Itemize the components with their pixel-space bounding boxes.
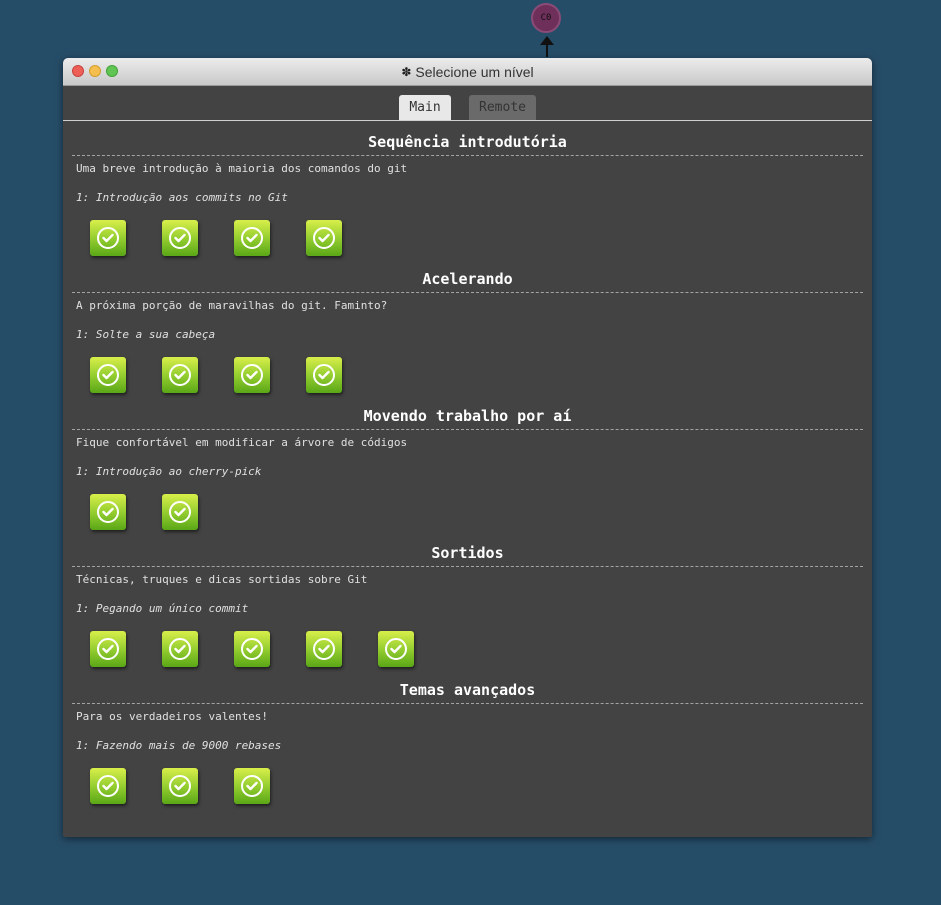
check-icon [313, 227, 335, 249]
section-title: Sortidos [72, 544, 863, 567]
level-button[interactable] [306, 357, 342, 393]
section-title: Sequência introdutória [72, 133, 863, 156]
section-description: Uma breve introdução à maioria dos coman… [76, 162, 408, 175]
level-button[interactable] [306, 631, 342, 667]
level-button[interactable] [90, 220, 126, 256]
window-title: ✽ Selecione um nível [401, 64, 533, 80]
level-buttons [72, 755, 863, 806]
level-section: Acelerando A próxima porção de maravilhas… [72, 270, 863, 395]
check-icon [97, 775, 119, 797]
branch-arrow [546, 44, 548, 57]
level-buttons [72, 481, 863, 532]
check-icon [97, 638, 119, 660]
level-select-window: ✽ Selecione um nível Main Remote Sequênc… [63, 58, 872, 837]
section-title: Movendo trabalho por aí [72, 407, 863, 430]
check-icon [313, 638, 335, 660]
commit-node[interactable]: C0 [531, 3, 561, 33]
level-button[interactable] [90, 768, 126, 804]
current-level-name: 1: Solte a sua cabeça [76, 328, 216, 341]
level-section: Sequência introdutória Uma breve introduç… [72, 133, 863, 258]
check-icon [169, 775, 191, 797]
close-window-button[interactable] [72, 65, 84, 77]
level-button[interactable] [234, 768, 270, 804]
level-section: Movendo trabalho por aí Fique confortável… [72, 407, 863, 532]
minimize-window-button[interactable] [89, 65, 101, 77]
level-button[interactable] [162, 357, 198, 393]
check-icon [241, 227, 263, 249]
window-titlebar: ✽ Selecione um nível [63, 58, 872, 86]
tab-main[interactable]: Main [399, 95, 451, 120]
level-section: Sortidos Técnicas, truques e dicas sortid… [72, 544, 863, 669]
level-buttons [72, 207, 863, 258]
check-icon [241, 775, 263, 797]
level-button[interactable] [90, 631, 126, 667]
check-icon [169, 364, 191, 386]
check-icon [313, 364, 335, 386]
level-button[interactable] [234, 220, 270, 256]
current-level-name: 1: Fazendo mais de 9000 rebases [76, 739, 282, 752]
window-title-text: Selecione um nível [415, 63, 534, 80]
level-button[interactable] [162, 220, 198, 256]
level-button[interactable] [162, 494, 198, 530]
maximize-window-button[interactable] [106, 65, 118, 77]
check-icon [241, 364, 263, 386]
tab-bar: Main Remote [63, 86, 872, 121]
section-title: Acelerando [72, 270, 863, 293]
section-description: Para os verdadeiros valentes! [76, 710, 269, 723]
level-button[interactable] [306, 220, 342, 256]
check-icon [97, 501, 119, 523]
check-icon [169, 227, 191, 249]
check-icon [241, 638, 263, 660]
section-title: Temas avançados [72, 681, 863, 704]
level-button[interactable] [162, 768, 198, 804]
commit-label: C0 [540, 13, 552, 23]
level-section: Temas avançados Para os verdadeiros valen… [72, 681, 863, 806]
level-button[interactable] [378, 631, 414, 667]
level-button[interactable] [234, 631, 270, 667]
check-icon [97, 227, 119, 249]
level-sections: Sequência introdutória Uma breve introduç… [63, 133, 872, 806]
check-icon [385, 638, 407, 660]
level-buttons [72, 618, 863, 669]
level-button[interactable] [162, 631, 198, 667]
level-button[interactable] [90, 357, 126, 393]
tab-remote[interactable]: Remote [469, 95, 536, 120]
level-button[interactable] [234, 357, 270, 393]
window-controls [72, 65, 118, 77]
section-description: Fique confortável em modificar a árvore … [76, 436, 408, 449]
current-level-name: 1: Pegando um único commit [76, 602, 249, 615]
gear-icon: ✽ [401, 64, 412, 79]
check-icon [169, 638, 191, 660]
check-icon [169, 501, 191, 523]
current-level-name: 1: Introdução aos commits no Git [76, 191, 288, 204]
level-buttons [72, 344, 863, 395]
level-button[interactable] [90, 494, 126, 530]
current-level-name: 1: Introdução ao cherry-pick [76, 465, 262, 478]
section-description: Técnicas, truques e dicas sortidas sobre… [76, 573, 368, 586]
check-icon [97, 364, 119, 386]
section-description: A próxima porção de maravilhas do git. F… [76, 299, 388, 312]
